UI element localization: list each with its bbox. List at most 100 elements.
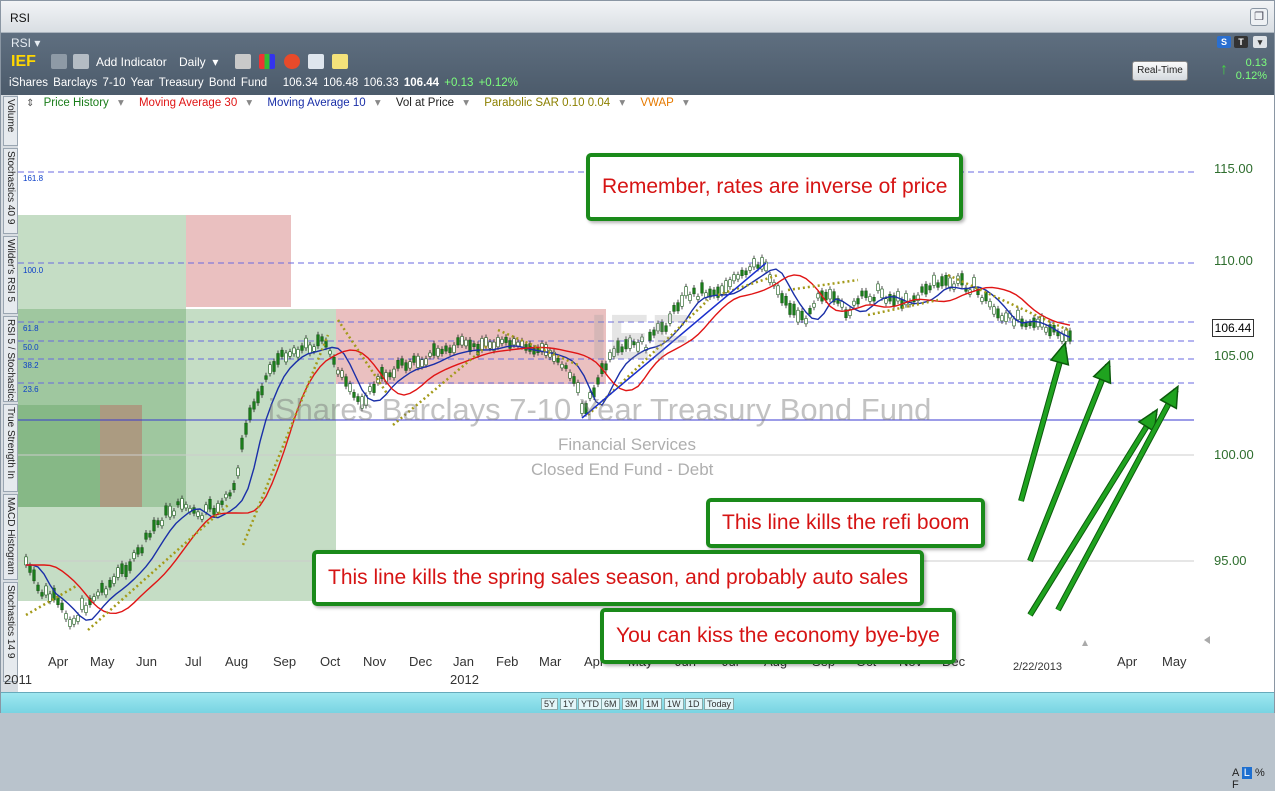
legend-vwap[interactable]: VWAP ▾ [640, 97, 694, 109]
candle-body [172, 510, 176, 516]
quote-change-pct: +0.12% [478, 77, 518, 89]
candle-body [924, 283, 928, 295]
price-chart[interactable]: IEF iShares Barclays 7-10 Year Treasury … [4, 95, 1274, 791]
legend-parabolic-sar[interactable]: Parabolic SAR 0.10 0.04 ▾ [484, 97, 631, 109]
legend-ma10[interactable]: Moving Average 10 ▾ [267, 97, 386, 109]
candle-body [132, 552, 136, 559]
period-today[interactable]: Today [704, 698, 735, 710]
candle-body [496, 337, 500, 348]
realtime-change-pct: 0.12% [1235, 70, 1267, 82]
x-axis-month: Apr [48, 654, 69, 669]
watermark-name: iShares Barclays 7-10 Year Treasury Bond… [268, 392, 932, 427]
candle-body [432, 343, 436, 356]
scale-fit-button[interactable]: F [1232, 779, 1239, 791]
candle-body [512, 338, 516, 346]
side-tab-macd-histogram[interactable]: MACD Histogram [3, 494, 18, 580]
candle-body [572, 376, 576, 384]
share-icon[interactable]: S [1217, 36, 1231, 48]
side-tab-stochastics-14[interactable]: Stochastics 14 9 [3, 582, 18, 682]
add-indicator-button[interactable]: Add Indicator [96, 55, 167, 69]
fib-label: 23.6 [23, 385, 39, 394]
candle-body [596, 377, 600, 385]
template-menu-label: RSI [11, 36, 32, 50]
text-icon[interactable]: T [1234, 36, 1248, 48]
list-icon[interactable] [51, 54, 67, 69]
candle-body [112, 576, 116, 584]
quote-line: iShares Barclays 7-10 Year Treasury Bond… [9, 77, 518, 89]
candle-body [284, 352, 288, 363]
candle-body [684, 286, 688, 297]
candle-body [776, 285, 780, 296]
candle-body [176, 501, 180, 506]
restore-window-icon[interactable]: ❐ [1250, 8, 1268, 26]
candle-body [692, 287, 696, 295]
x-axis-month: Apr [1117, 654, 1138, 669]
candle-body [1028, 321, 1032, 327]
candle-body [404, 362, 408, 371]
ticker-symbol[interactable]: IEF [11, 53, 36, 71]
realtime-button[interactable]: Real-Time [1132, 61, 1188, 81]
candle-body [152, 519, 156, 532]
side-tab-true-strength[interactable]: True Strength In [3, 404, 18, 492]
candle-body [240, 437, 244, 450]
candle-body [480, 338, 484, 351]
bar-chart-icon[interactable] [259, 54, 275, 69]
candle-body [500, 339, 504, 344]
period-select-value: Daily [179, 55, 206, 69]
candle-body [736, 274, 740, 280]
period-6m[interactable]: 6M [601, 698, 620, 710]
candle-body [472, 343, 476, 347]
candle-body [76, 615, 80, 622]
calendar-icon[interactable] [308, 54, 324, 69]
legend-vol-at-price[interactable]: Vol at Price ▾ [396, 97, 475, 109]
period-3m[interactable]: 3M [622, 698, 641, 710]
scale-auto-button[interactable]: A [1232, 767, 1239, 779]
candle-body [308, 344, 312, 354]
candle-body [144, 532, 148, 540]
template-menu[interactable]: RSI ▾ [11, 36, 40, 50]
candle-body [408, 361, 412, 369]
candle-body [428, 352, 432, 357]
period-1d[interactable]: 1D [685, 698, 703, 710]
chevron-down-icon[interactable]: ▾ [1253, 36, 1267, 48]
period-1m[interactable]: 1M [643, 698, 662, 710]
x-axis-month: Feb [496, 654, 519, 669]
fib-label: 61.8 [23, 324, 39, 333]
candle-body [244, 422, 248, 435]
legend-ma30[interactable]: Moving Average 30 ▾ [139, 97, 258, 109]
candle-body [160, 520, 164, 527]
period-ytd[interactable]: YTD [578, 698, 602, 710]
period-select[interactable]: Daily ▾ [179, 55, 218, 69]
candle-body [424, 358, 428, 366]
legend-price-history[interactable]: Price History ▾ [44, 97, 130, 109]
candle-body [96, 591, 100, 597]
printer-icon[interactable] [73, 54, 89, 69]
alarm-clock-icon[interactable] [284, 54, 300, 69]
vol-zone [186, 215, 291, 307]
candle-body [272, 361, 276, 372]
candle-body [440, 348, 444, 354]
side-tab-rsi-stochastics[interactable]: RSI 5 / Stochastics [3, 316, 18, 402]
candle-body [1068, 330, 1072, 342]
candle-body [396, 360, 400, 369]
side-tab-volume[interactable]: Volume [3, 96, 18, 146]
scale-percent-button[interactable]: % [1255, 767, 1265, 779]
candle-body [196, 511, 200, 517]
period-1y[interactable]: 1Y [560, 698, 578, 710]
realtime-change: 0.13 0.12% [1236, 57, 1267, 83]
period-5y[interactable]: 5Y [541, 698, 559, 710]
arrow-spring [1028, 364, 1110, 562]
candle-body [108, 579, 112, 588]
candle-body [712, 289, 716, 296]
side-tab-wilders-rsi[interactable]: Wilder's RSI 5 [3, 236, 18, 314]
side-tab-stochastics-40[interactable]: Stochastics 40 9 [3, 148, 18, 234]
y-axis-label: 110.00 [1214, 253, 1253, 268]
scale-log-button[interactable]: L [1241, 767, 1252, 779]
tools-icon[interactable] [235, 54, 251, 69]
annotation-rates-inverse: Remember, rates are inverse of price [586, 153, 964, 221]
period-1w[interactable]: 1W [664, 698, 684, 710]
candle-body [1032, 317, 1036, 328]
candle-body [808, 308, 812, 315]
note-icon[interactable] [332, 54, 348, 69]
candle-body [940, 276, 944, 287]
